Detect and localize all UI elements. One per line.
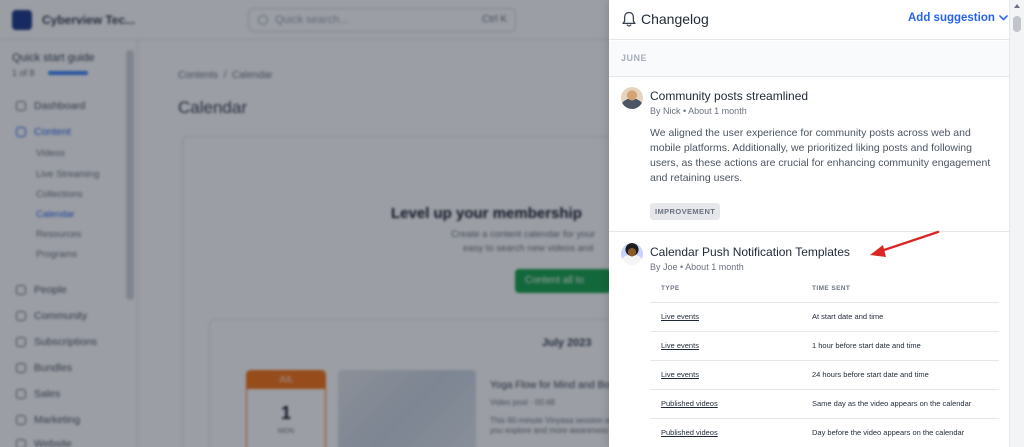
type-cell: Published videos <box>650 418 801 447</box>
type-link[interactable]: Published videos <box>661 399 718 408</box>
column-header-time-sent: TIME SENT <box>801 276 999 303</box>
scroll-up-arrow-icon[interactable] <box>1014 4 1020 8</box>
chevron-down-icon <box>999 15 1008 21</box>
time-sent-cell: Day before the video appears on the cale… <box>801 418 999 447</box>
avatar <box>621 243 643 265</box>
avatar <box>621 87 643 109</box>
improvement-badge: IMPROVEMENT <box>650 203 721 220</box>
entry-meta: By Nick • About 1 month <box>650 106 747 116</box>
scrollbar-thumb[interactable] <box>1013 16 1021 32</box>
month-label: JUNE <box>621 53 648 63</box>
table-row: Live events At start date and time <box>650 302 999 332</box>
table-row: Published videos Same day as the video a… <box>650 389 999 419</box>
type-cell: Live events <box>650 331 801 361</box>
type-link[interactable]: Live events <box>661 312 699 321</box>
add-suggestion-label: Add suggestion <box>908 12 995 24</box>
column-header-type: TYPE <box>650 276 801 303</box>
table-row: Live events 24 hours before start date a… <box>650 360 999 390</box>
add-suggestion-button[interactable]: Add suggestion <box>908 12 1008 24</box>
changelog-header: Changelog Add suggestion <box>609 0 1009 40</box>
month-section-header: JUNE <box>609 41 1009 77</box>
entry-title[interactable]: Calendar Push Notification Templates <box>650 245 850 259</box>
time-sent-cell: 1 hour before start date and time <box>801 331 999 361</box>
changelog-panel: Changelog Add suggestion JUNE Community … <box>609 0 1009 447</box>
table-row: Live events 1 hour before start date and… <box>650 331 999 361</box>
entry-body: We aligned the user experience for commu… <box>650 127 991 184</box>
red-arrow-annotation <box>870 230 940 257</box>
notification-templates-table: TYPE TIME SENT Live events At start date… <box>650 276 999 447</box>
type-link[interactable]: Live events <box>661 370 699 379</box>
entry-meta: By Joe • About 1 month <box>650 262 744 272</box>
type-link[interactable]: Published videos <box>661 428 718 437</box>
time-sent-cell: 24 hours before start date and time <box>801 360 999 390</box>
table-header-row: TYPE TIME SENT <box>650 276 999 303</box>
type-cell: Live events <box>650 360 801 390</box>
entry-divider <box>609 231 1009 232</box>
panel-scrollbar[interactable] <box>1009 0 1024 447</box>
type-cell: Live events <box>650 302 801 332</box>
type-cell: Published videos <box>650 389 801 419</box>
time-sent-cell: Same day as the video appears on the cal… <box>801 389 999 419</box>
type-link[interactable]: Live events <box>661 341 699 350</box>
bell-icon <box>622 11 636 27</box>
entry-title[interactable]: Community posts streamlined <box>650 89 808 103</box>
time-sent-cell: At start date and time <box>801 302 999 332</box>
table-row: Published videos Day before the video ap… <box>650 418 999 447</box>
changelog-title: Changelog <box>641 11 709 27</box>
